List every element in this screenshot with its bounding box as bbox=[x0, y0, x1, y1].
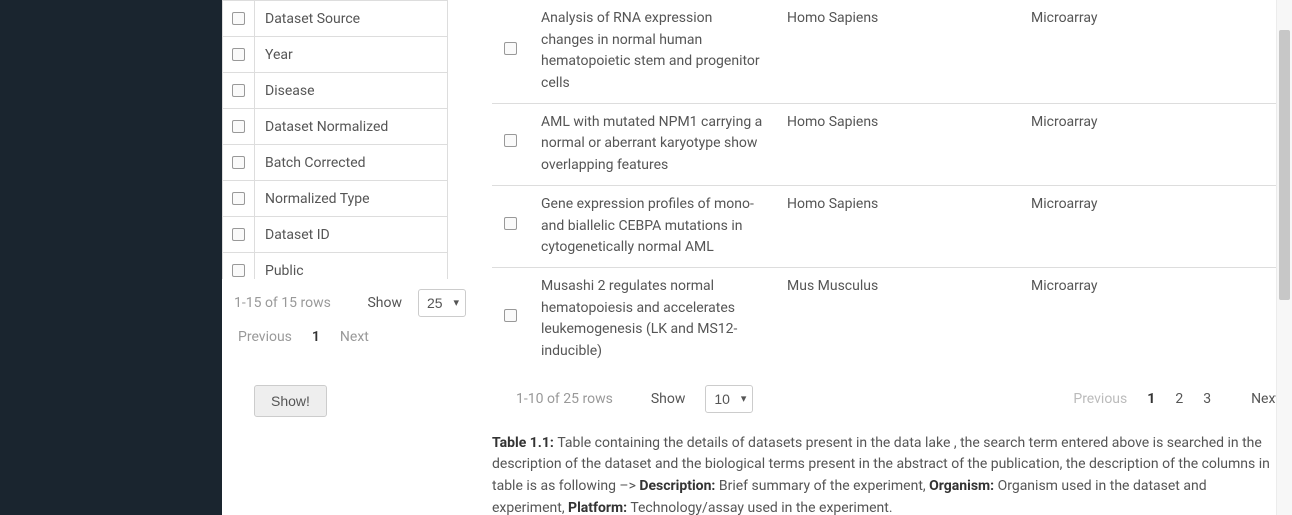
show-button[interactable]: Show! bbox=[254, 385, 327, 417]
filter-checkbox[interactable] bbox=[232, 12, 245, 25]
cell-description: Musashi 2 regulates normal hematopoiesis… bbox=[529, 267, 775, 370]
filter-label: Dataset Source bbox=[255, 3, 370, 35]
table-row: Musashi 2 regulates normal hematopoiesis… bbox=[492, 267, 1284, 370]
filter-label: Public bbox=[255, 255, 314, 280]
filter-label: Year bbox=[255, 39, 303, 71]
table-row: Gene expression profiles of mono- and bi… bbox=[492, 185, 1284, 267]
row-checkbox[interactable] bbox=[504, 134, 517, 147]
data-pagesize-select[interactable]: 10 bbox=[705, 385, 753, 413]
filter-row: Dataset Source bbox=[223, 1, 447, 37]
filter-row: Normalized Type bbox=[223, 181, 447, 217]
page-scrollbar[interactable] bbox=[1276, 0, 1292, 515]
cell-organism: Mus Musculus bbox=[775, 267, 1019, 370]
cell-description: AML with mutated NPM1 carrying a normal … bbox=[529, 103, 775, 185]
data-page-3[interactable]: 3 bbox=[1203, 391, 1211, 407]
cell-organism: Homo Sapiens bbox=[775, 185, 1019, 267]
filter-label: Normalized Type bbox=[255, 183, 380, 215]
data-page-2[interactable]: 2 bbox=[1175, 391, 1183, 407]
data-page-1[interactable]: 1 bbox=[1147, 391, 1155, 407]
filter-row: Year bbox=[223, 37, 447, 73]
filter-row: Disease bbox=[223, 73, 447, 109]
filter-row: Dataset Normalized bbox=[223, 109, 447, 145]
filter-label: Dataset Normalized bbox=[255, 111, 398, 143]
filter-prev[interactable]: Previous bbox=[238, 329, 292, 345]
dataset-table: Analysis of RNA expression changes in no… bbox=[492, 0, 1284, 371]
filter-checkbox[interactable] bbox=[232, 48, 245, 61]
cell-organism: Homo Sapiens bbox=[775, 103, 1019, 185]
page-scrollbar-thumb[interactable] bbox=[1279, 30, 1290, 300]
filter-row: Batch Corrected bbox=[223, 145, 447, 181]
filter-checkbox[interactable] bbox=[232, 264, 245, 277]
filter-checkbox[interactable] bbox=[232, 156, 245, 169]
filter-pagesize-select[interactable]: 25 bbox=[418, 289, 466, 317]
table-row: AML with mutated NPM1 carrying a normal … bbox=[492, 103, 1284, 185]
table-caption: Table 1.1: Table containing the details … bbox=[492, 413, 1284, 515]
filter-row: Dataset ID bbox=[223, 217, 447, 253]
filter-row: Public bbox=[223, 253, 447, 279]
filter-show-label: Show bbox=[367, 295, 402, 311]
filter-page-current: 1 bbox=[312, 329, 320, 345]
cell-platform: Microarray bbox=[1019, 0, 1284, 103]
left-rail bbox=[0, 0, 222, 515]
row-checkbox[interactable] bbox=[504, 309, 517, 322]
cell-description: Analysis of RNA expression changes in no… bbox=[529, 0, 775, 103]
cell-description: Gene expression profiles of mono- and bi… bbox=[529, 185, 775, 267]
filter-checkbox[interactable] bbox=[232, 228, 245, 241]
table-row: Analysis of RNA expression changes in no… bbox=[492, 0, 1284, 103]
cell-organism: Homo Sapiens bbox=[775, 0, 1019, 103]
data-rows-info: 1-10 of 25 rows bbox=[516, 391, 613, 407]
filter-checkbox[interactable] bbox=[232, 120, 245, 133]
cell-platform: Microarray bbox=[1019, 267, 1284, 370]
filter-label: Batch Corrected bbox=[255, 147, 376, 179]
filter-label: Dataset ID bbox=[255, 219, 340, 251]
cell-platform: Microarray bbox=[1019, 103, 1284, 185]
data-show-label: Show bbox=[651, 391, 686, 407]
filter-label: Disease bbox=[255, 75, 325, 107]
row-checkbox[interactable] bbox=[504, 42, 517, 55]
filter-rows-info: 1-15 of 15 rows bbox=[234, 295, 331, 311]
filter-checkbox[interactable] bbox=[232, 84, 245, 97]
cell-platform: Microarray bbox=[1019, 185, 1284, 267]
filter-next[interactable]: Next bbox=[340, 329, 369, 345]
data-prev[interactable]: Previous bbox=[1073, 391, 1127, 407]
filter-checkbox[interactable] bbox=[232, 192, 245, 205]
row-checkbox[interactable] bbox=[504, 217, 517, 230]
filter-list[interactable]: Dataset Source Year Disease Dataset Normali… bbox=[223, 1, 447, 279]
